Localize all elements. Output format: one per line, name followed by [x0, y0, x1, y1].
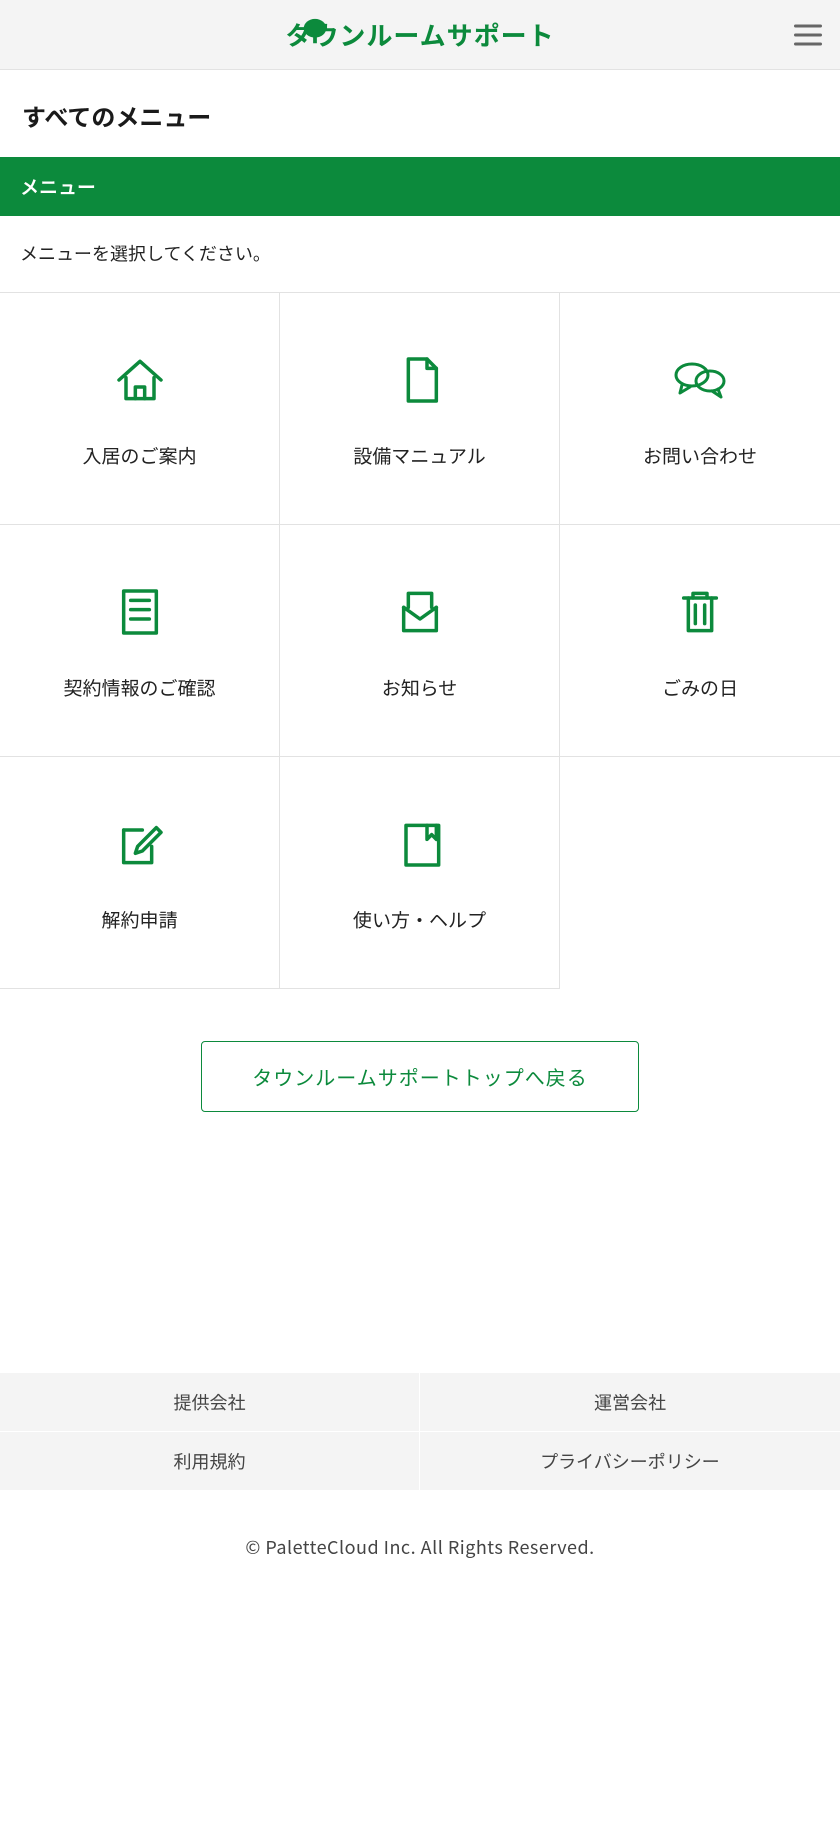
- footer-link-terms[interactable]: 利用規約: [0, 1431, 420, 1490]
- tree-icon: [300, 17, 330, 52]
- top-bar: タウンルームサポート: [0, 0, 840, 70]
- instruction: メニューを選択してください。: [0, 216, 840, 292]
- copyright: © PaletteCloud Inc. All Rights Reserved.: [0, 1490, 840, 1610]
- menu-item-contract[interactable]: 契約情報のご確認: [0, 525, 280, 757]
- mail-icon: [388, 580, 452, 644]
- list-icon: [108, 580, 172, 644]
- edit-icon: [108, 812, 172, 876]
- document-icon: [388, 348, 452, 412]
- menu-item-news[interactable]: お知らせ: [280, 525, 560, 757]
- section-banner: メニュー: [0, 157, 840, 216]
- page-title: すべてのメニュー: [0, 70, 840, 157]
- trash-icon: [668, 580, 732, 644]
- book-icon: [388, 812, 452, 876]
- footer-link-operator[interactable]: 運営会社: [420, 1372, 840, 1431]
- menu-item-garbage[interactable]: ごみの日: [560, 525, 840, 757]
- menu-label: お問い合わせ: [643, 442, 757, 469]
- house-icon: [108, 348, 172, 412]
- menu-label: 入居のご案内: [82, 442, 196, 469]
- chat-icon: [668, 348, 732, 412]
- back-to-top-button[interactable]: タウンルームサポートトップへ戻る: [201, 1041, 638, 1112]
- hamburger-icon[interactable]: [794, 18, 822, 51]
- back-button-wrap: タウンルームサポートトップへ戻る: [0, 989, 840, 1112]
- menu-label: お知らせ: [382, 674, 458, 701]
- menu-grid: 入居のご案内 設備マニュアル お問い合わせ: [0, 292, 840, 989]
- menu-item-contact[interactable]: お問い合わせ: [560, 293, 840, 525]
- menu-item-manual[interactable]: 設備マニュアル: [280, 293, 560, 525]
- menu-item-help[interactable]: 使い方・ヘルプ: [280, 757, 560, 989]
- menu-label: ごみの日: [662, 674, 738, 701]
- footer-link-privacy[interactable]: プライバシーポリシー: [420, 1431, 840, 1490]
- menu-label: 設備マニュアル: [353, 442, 485, 469]
- menu-item-guide[interactable]: 入居のご案内: [0, 293, 280, 525]
- menu-label: 契約情報のご確認: [63, 674, 215, 701]
- menu-label: 解約申請: [101, 906, 177, 933]
- menu-item-empty: [560, 757, 840, 989]
- footer: 提供会社 運営会社 利用規約 プライバシーポリシー © PaletteCloud…: [0, 1372, 840, 1610]
- footer-link-provider[interactable]: 提供会社: [0, 1372, 420, 1431]
- footer-links: 提供会社 運営会社 利用規約 プライバシーポリシー: [0, 1372, 840, 1490]
- menu-label: 使い方・ヘルプ: [353, 906, 486, 933]
- menu-item-cancel[interactable]: 解約申請: [0, 757, 280, 989]
